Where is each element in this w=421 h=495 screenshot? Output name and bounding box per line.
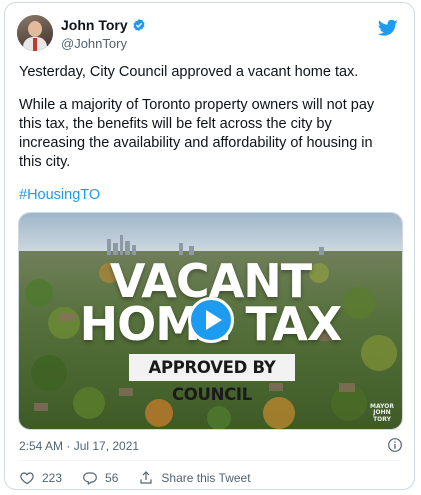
- hashtag-link[interactable]: #HousingTO: [19, 187, 100, 203]
- tweet-header: John Tory @JohnTory: [17, 13, 402, 55]
- tweet-line-2: While a majority of Toronto property own…: [19, 97, 375, 170]
- like-count: 223: [42, 471, 63, 485]
- tweet-text: Yesterday, City Council approved a vacan…: [19, 63, 399, 205]
- timestamp-link[interactable]: 2:54 AM · Jul 17, 2021: [19, 439, 139, 453]
- watermark-logo: MAYOR JOHN TORY: [370, 402, 394, 423]
- share-icon: [140, 471, 152, 484]
- author-info[interactable]: John Tory @JohnTory: [61, 17, 146, 51]
- reply-button[interactable]: 56: [82, 470, 118, 486]
- twitter-bird-icon[interactable]: [378, 19, 398, 37]
- approved-banner: APPROVED BY COUNCIL: [129, 354, 295, 404]
- author-handle[interactable]: @JohnTory: [61, 36, 146, 51]
- share-button[interactable]: Share this Tweet: [138, 470, 251, 486]
- play-button[interactable]: [188, 297, 234, 343]
- action-bar: 223 56 Share this Tweet: [19, 469, 271, 487]
- tweet-card: John Tory @JohnTory Yesterday, City Coun…: [4, 2, 415, 490]
- avatar[interactable]: [17, 15, 53, 51]
- tweet-line-1: Yesterday, City Council approved a vacan…: [19, 64, 359, 80]
- heart-icon: [20, 472, 34, 485]
- divider: [19, 460, 400, 461]
- reply-bubble-icon: [83, 472, 97, 486]
- reply-count: 56: [105, 471, 119, 485]
- tweet-meta: 2:54 AM · Jul 17, 2021: [19, 437, 403, 455]
- info-icon[interactable]: [387, 437, 403, 453]
- author-name[interactable]: John Tory: [61, 17, 128, 33]
- video-media[interactable]: VACANT HOME TAX APPROVED BY COUNCIL MAYO…: [18, 212, 403, 430]
- verified-badge-icon: [133, 18, 145, 32]
- like-button[interactable]: 223: [19, 470, 62, 486]
- share-label: Share this Tweet: [161, 471, 251, 485]
